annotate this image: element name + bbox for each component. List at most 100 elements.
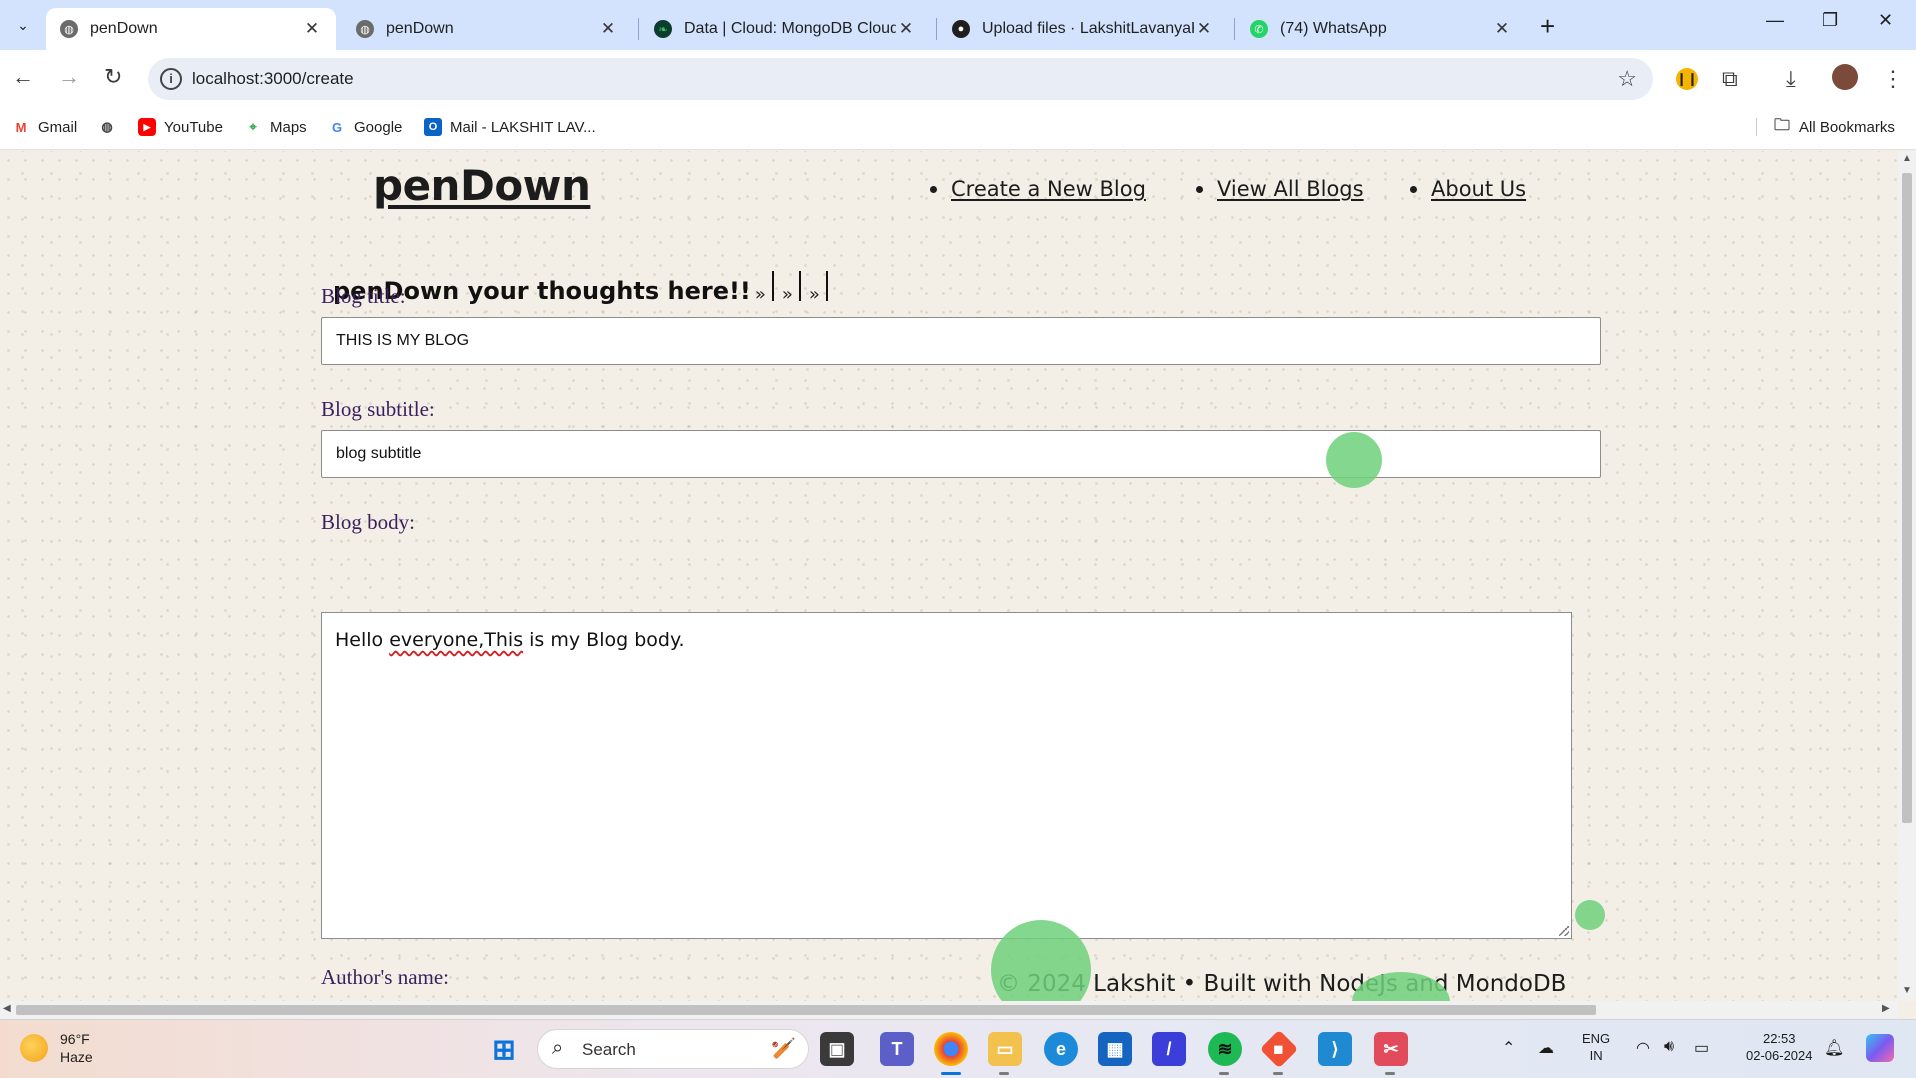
close-tab-icon[interactable]: ✕: [1492, 19, 1512, 39]
nav-item-about[interactable]: About Us: [1410, 177, 1526, 201]
chevron-up-icon[interactable]: ⌃: [1502, 1038, 1515, 1058]
close-tab-icon[interactable]: ✕: [598, 19, 618, 39]
back-arrow-icon[interactable]: ←: [12, 64, 34, 90]
taskbar-search[interactable]: ⌕ Search 🏏: [537, 1029, 809, 1069]
weather-desc: Haze: [60, 1049, 93, 1065]
horizontal-scrollbar[interactable]: ◀ ▶: [0, 1001, 1898, 1019]
blog-body-textarea[interactable]: Hello everyone,This is my Blog body.: [321, 612, 1572, 939]
scroll-down-arrow-icon[interactable]: ▼: [1902, 985, 1912, 996]
forward-arrow-icon[interactable]: →: [58, 64, 80, 90]
tab-github[interactable]: ● Upload files · LakshitLavanyaKu ✕: [938, 8, 1228, 50]
bookmark-gmail[interactable]: M Gmail: [12, 118, 78, 136]
body-text: Hello: [335, 629, 390, 651]
nav-link-create[interactable]: Create a New Blog: [951, 177, 1146, 201]
nav-item-create[interactable]: Create a New Blog: [930, 177, 1146, 201]
weather-sun-icon: [20, 1034, 48, 1062]
windows-start-icon[interactable]: ⊞: [487, 1032, 521, 1066]
tab-title: Data | Cloud: MongoDB Cloud: [684, 20, 896, 37]
vscode-icon[interactable]: ⟩: [1318, 1032, 1352, 1066]
tab-pendown-2[interactable]: ◍ penDown ✕: [342, 8, 632, 50]
file-explorer-icon[interactable]: ▭: [988, 1032, 1022, 1066]
close-window-icon[interactable]: ✕: [1878, 10, 1893, 31]
chevron-icon: »: [754, 284, 766, 305]
language-indicator[interactable]: ENG IN: [1582, 1030, 1610, 1064]
copilot-icon[interactable]: [1866, 1034, 1894, 1062]
cursor-bar: [771, 271, 774, 301]
tab-title: Upload files · LakshitLavanyaKu: [982, 20, 1194, 37]
new-tab-button[interactable]: +: [1540, 11, 1555, 42]
task-view-icon[interactable]: ▣: [820, 1032, 854, 1066]
bookmark-youtube[interactable]: ▶ YouTube: [138, 118, 223, 136]
restore-icon[interactable]: ❐: [1822, 10, 1838, 31]
wifi-icon[interactable]: ◠: [1636, 1038, 1650, 1058]
scroll-thumb[interactable]: [16, 1005, 1596, 1015]
nav-link-view-all[interactable]: View All Blogs: [1217, 177, 1364, 201]
scroll-right-arrow-icon[interactable]: ▶: [1882, 1003, 1890, 1014]
lang-bottom: IN: [1589, 1048, 1603, 1063]
chrome-icon[interactable]: [934, 1032, 968, 1066]
globe-icon: ◍: [60, 20, 78, 38]
nav-item-view-all[interactable]: View All Blogs: [1196, 177, 1364, 201]
resize-handle[interactable]: [1559, 926, 1569, 936]
notification-bell-icon[interactable]: 🔔︎: [1824, 1038, 1844, 1058]
floating-bubble: [1575, 900, 1605, 930]
reload-icon[interactable]: ↻: [104, 64, 122, 90]
edge-icon[interactable]: e: [1044, 1032, 1078, 1066]
bookmark-star-icon[interactable]: ☆: [1617, 66, 1637, 92]
clock-time: 22:53: [1762, 1031, 1796, 1046]
scroll-left-arrow-icon[interactable]: ◀: [3, 1003, 11, 1014]
misspelled-word[interactable]: everyone,This: [389, 629, 523, 651]
youtube-icon: ▶: [138, 118, 156, 136]
bookmark-outlook[interactable]: O Mail - LAKSHIT LAV...: [424, 118, 596, 136]
profile-avatar[interactable]: [1832, 64, 1858, 90]
blog-body-value: Hello everyone,This is my Blog body.: [335, 629, 685, 651]
nav-link-about[interactable]: About Us: [1431, 177, 1526, 201]
blog-subtitle-input[interactable]: blog subtitle: [321, 430, 1601, 478]
battery-icon[interactable]: ▭: [1694, 1038, 1709, 1058]
pen-app-icon[interactable]: /: [1152, 1032, 1186, 1066]
volume-icon[interactable]: 🔊︎: [1664, 1038, 1674, 1056]
scroll-up-arrow-icon[interactable]: ▲: [1902, 153, 1912, 164]
bookmark-google[interactable]: G Google: [328, 118, 402, 136]
blog-title-input[interactable]: THIS IS MY BLOG: [321, 317, 1601, 365]
tab-mongodb[interactable]: ❧ Data | Cloud: MongoDB Cloud ✕: [640, 8, 930, 50]
menu-kebab-icon[interactable]: ⋮: [1882, 66, 1904, 92]
tab-pendown-active[interactable]: ◍ penDown ✕: [46, 8, 336, 50]
scroll-thumb[interactable]: [1902, 173, 1912, 823]
minimize-icon[interactable]: —: [1766, 10, 1784, 31]
tab-title: penDown: [90, 20, 158, 37]
url-text[interactable]: localhost:3000/create: [192, 69, 354, 89]
spotify-icon[interactable]: ≋: [1208, 1032, 1242, 1066]
extensions-puzzle-icon[interactable]: ⧉: [1722, 66, 1738, 92]
search-highlight-icon: 🏏: [771, 1038, 796, 1060]
bullet: [1196, 185, 1203, 193]
bookmark-globe[interactable]: ◍: [98, 118, 124, 136]
globe-icon: ◍: [101, 119, 113, 134]
git-icon[interactable]: ◆: [1259, 1029, 1299, 1069]
tab-strip: ⌄ ◍ penDown ✕ ◍ penDown ✕ ❧ Data | Cloud…: [0, 0, 1916, 50]
google-icon: G: [331, 119, 343, 135]
teams-icon[interactable]: T: [880, 1032, 914, 1066]
extension-pause-icon[interactable]: ❙❙: [1676, 68, 1698, 90]
site-info-icon[interactable]: i: [160, 68, 182, 90]
all-bookmarks[interactable]: 🗀 All Bookmarks: [1756, 117, 1895, 136]
store-icon[interactable]: ▦: [1098, 1032, 1132, 1066]
bookmark-label: Mail - LAKSHIT LAV...: [450, 118, 596, 136]
snipping-tool-icon[interactable]: ✂: [1374, 1032, 1408, 1066]
site-logo[interactable]: penDown: [373, 161, 591, 210]
app-indicator: [1385, 1072, 1395, 1075]
chevron-icon: »: [808, 284, 820, 305]
close-tab-icon[interactable]: ✕: [302, 19, 322, 39]
weather-temp: 96°F: [60, 1031, 90, 1047]
clock[interactable]: 22:53 02-06-2024: [1746, 1030, 1813, 1064]
vertical-scrollbar[interactable]: ▲ ▼: [1898, 151, 1916, 1001]
close-tab-icon[interactable]: ✕: [896, 19, 916, 39]
address-bar[interactable]: i localhost:3000/create ☆: [148, 58, 1653, 100]
onedrive-icon[interactable]: ☁: [1538, 1038, 1554, 1058]
bookmark-maps[interactable]: ⌖ Maps: [244, 118, 306, 136]
download-icon[interactable]: ⤓: [1786, 66, 1796, 92]
weather-widget[interactable]: 96°F Haze: [20, 1030, 93, 1066]
close-tab-icon[interactable]: ✕: [1194, 19, 1214, 39]
tab-search-button[interactable]: ⌄: [10, 12, 36, 38]
tab-whatsapp[interactable]: ✆ (74) WhatsApp ✕: [1236, 8, 1526, 50]
